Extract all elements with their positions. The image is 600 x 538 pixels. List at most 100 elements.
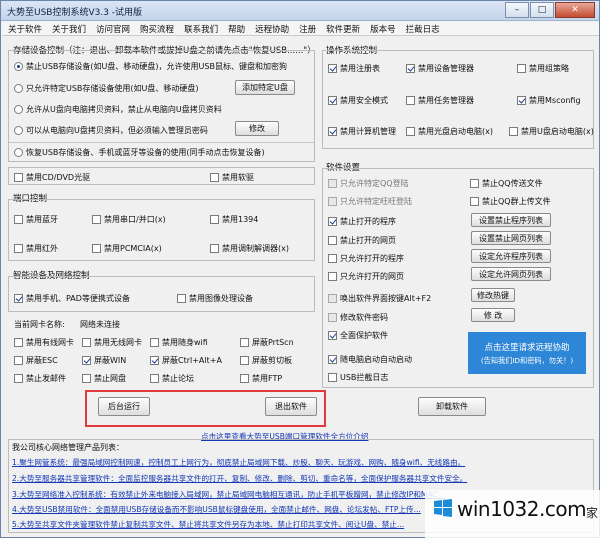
close-button[interactable]: ✕ (555, 2, 595, 18)
modify-sw-password-button[interactable]: 修 改 (471, 308, 515, 322)
checkbox-icon (14, 374, 23, 383)
modify-password-checkbox[interactable]: 修改软件密码 (328, 312, 388, 323)
product-link-2[interactable]: 2.大势至服务器共享管理软件：全面监控服务器共享文件的打开、复制、修改、删除、剪… (12, 473, 467, 484)
modify-hotkey-button[interactable]: 修改热键 (471, 288, 515, 302)
block-forum-checkbox[interactable]: 禁止论坛 (150, 373, 194, 384)
checkbox-icon (14, 356, 23, 365)
storage-opt-restore[interactable]: 恢复USB存储设备、手机或蓝牙等设备的使用(同手动点击恢复设备) (14, 147, 265, 158)
block-netdisk-checkbox[interactable]: 禁止网盘 (82, 373, 126, 384)
block-qq-file-checkbox[interactable]: 禁止QQ传送文件 (470, 178, 543, 189)
maximize-button[interactable]: □ (530, 2, 554, 18)
checkbox-icon (92, 215, 101, 224)
main-window: 大势至USB控制系统V3.3 -试用版 – □ ✕ 关于软件 关于我们 访问官网… (0, 0, 600, 538)
disable-cdrom-checkbox[interactable]: 禁用CD/DVD光驱 (14, 172, 90, 183)
block-ctrl-alt-a-checkbox[interactable]: 屏蔽Ctrl+Alt+A (150, 355, 222, 366)
remote-assist-label: 点击这里请求远程协助 (484, 342, 570, 353)
add-specific-usb-button[interactable]: 添加特定U盘 (235, 80, 295, 95)
qq-only-checkbox[interactable]: 只允许特定QQ登陆 (328, 178, 409, 189)
products-title: 我公司核心网络管理产品列表： (12, 443, 124, 452)
checkbox-icon (14, 215, 23, 224)
disable-phone-checkbox[interactable]: 禁用手机、PAD等便携式设备 (14, 293, 130, 304)
block-mail-checkbox[interactable]: 禁止发邮件 (14, 373, 66, 384)
menu-purchase[interactable]: 购买流程 (140, 22, 174, 35)
menu-remote[interactable]: 远程协助 (255, 22, 289, 35)
disable-1394-checkbox[interactable]: 禁用1394 (210, 214, 258, 225)
block-esc-checkbox[interactable]: 屏蔽ESC (14, 355, 58, 366)
menu-help[interactable]: 帮助 (228, 22, 245, 35)
disable-usbboot-checkbox[interactable]: 禁用U盘启动电脑(x) (509, 126, 594, 137)
checkbox-icon (328, 64, 337, 73)
disable-safemode-checkbox[interactable]: 禁用安全模式 (328, 95, 388, 106)
product-link-1[interactable]: 1.聚生网管系统：最强局域网控制网速，控制员工上网行为，彻底禁止局域网下载、炒股… (12, 457, 465, 468)
disable-gpedit-checkbox[interactable]: 禁用组策略 (517, 63, 569, 74)
disable-ftp-checkbox[interactable]: 禁用FTP (240, 373, 282, 384)
uninstall-button[interactable]: 卸载软件 (418, 397, 486, 416)
block-qq-group-checkbox[interactable]: 禁止QQ群上传文件 (470, 196, 551, 207)
radio-icon (14, 105, 23, 114)
usb-log-checkbox[interactable]: USB拦截日志 (328, 372, 388, 383)
checkbox-icon (328, 217, 337, 226)
checkbox-icon (240, 356, 249, 365)
block-webpages-checkbox[interactable]: 禁止打开的网页 (328, 235, 396, 246)
minimize-button[interactable]: – (505, 2, 529, 18)
storage-opt-specific[interactable]: 只允许特定USB存储设备使用(如U盘、移动硬盘) (14, 83, 199, 94)
block-programs-checkbox[interactable]: 禁止打开的程序 (328, 216, 396, 227)
disable-compmgmt-checkbox[interactable]: 禁用计算机管理 (328, 126, 396, 137)
title-bar[interactable]: 大势至USB控制系统V3.3 -试用版 – □ ✕ (1, 1, 599, 21)
set-block-webpages-button[interactable]: 设置禁止网页列表 (471, 231, 551, 245)
storage-opt-password[interactable]: 可以从电脑向U盘拷贝资料，但必须输入管理员密码 (14, 125, 208, 136)
disable-bluetooth-checkbox[interactable]: 禁用蓝牙 (14, 214, 58, 225)
disable-floppy-checkbox[interactable]: 禁用软驱 (210, 172, 254, 183)
divider (9, 142, 314, 143)
menu-about-us[interactable]: 关于我们 (52, 22, 86, 35)
disable-regedit-checkbox[interactable]: 禁用注册表 (328, 63, 380, 74)
disable-serial-checkbox[interactable]: 禁用串口/并口(x) (92, 214, 166, 225)
disable-modem-checkbox[interactable]: 禁用调制解调器(x) (210, 243, 289, 254)
menu-register[interactable]: 注册 (299, 22, 316, 35)
checkbox-icon (328, 294, 337, 303)
checkbox-icon (14, 244, 23, 253)
menu-about-software[interactable]: 关于软件 (8, 22, 42, 35)
set-block-programs-button[interactable]: 设置禁止程序列表 (471, 213, 551, 227)
menu-update[interactable]: 软件更新 (326, 22, 360, 35)
menu-contact[interactable]: 联系我们 (184, 22, 218, 35)
autostart-checkbox[interactable]: 随电脑启动自动启动 (328, 354, 412, 365)
disable-wireless-checkbox[interactable]: 禁用无线网卡 (82, 337, 142, 348)
disable-wifi-checkbox[interactable]: 禁用随身wifi (150, 337, 208, 348)
set-allow-webpages-button[interactable]: 设定允许网页列表 (471, 267, 551, 281)
set-allow-programs-button[interactable]: 设定允许程序列表 (471, 249, 551, 263)
storage-opt-readonly[interactable]: 允许从U盘向电脑拷贝资料，禁止从电脑向U盘拷贝资料 (14, 104, 222, 115)
checkbox-icon (470, 179, 479, 188)
menu-website[interactable]: 访问官网 (96, 22, 130, 35)
block-win-checkbox[interactable]: 屏蔽WIN (82, 355, 126, 366)
hotkey-checkbox[interactable]: 唤出软件界面按键Alt+F2 (328, 293, 431, 304)
block-prtscn-checkbox[interactable]: 屏蔽PrtScn (240, 337, 294, 348)
checkbox-icon (509, 127, 518, 136)
disable-wired-checkbox[interactable]: 禁用有线网卡 (14, 337, 74, 348)
ww-only-checkbox[interactable]: 只允许特定旺旺登陆 (328, 196, 412, 207)
allow-programs-checkbox[interactable]: 只允许打开的程序 (328, 253, 404, 264)
disable-infrared-checkbox[interactable]: 禁用红外 (14, 243, 58, 254)
disable-msconfig-checkbox[interactable]: 禁用Msconfig (517, 95, 581, 106)
disable-cdboot-checkbox[interactable]: 禁用光盘启动电脑(x) (406, 126, 493, 137)
menu-version[interactable]: 版本号 (370, 22, 396, 35)
checkbox-icon (14, 338, 23, 347)
storage-opt-block[interactable]: 禁止USB存储设备(如U盘、移动硬盘)，允许使用USB鼠标、键盘和加密狗 (14, 61, 287, 72)
menu-log[interactable]: 拦截日志 (406, 22, 440, 35)
disable-taskmgr-checkbox[interactable]: 禁用任务管理器 (406, 95, 474, 106)
checkbox-icon (406, 96, 415, 105)
disable-pcmcia-checkbox[interactable]: 禁用PCMCIA(x) (92, 243, 162, 254)
disable-devmgr-checkbox[interactable]: 禁用设备管理器 (406, 63, 474, 74)
product-link-5[interactable]: 5.大势至共享文件夹管理软件禁止复制共享文件、禁止将共享文件另存为本地、禁止打印… (12, 519, 404, 530)
product-link-3[interactable]: 3.大势至网络准入控制系统：有效禁止外来电脑接入局域网，禁止局域网电脑相互通讯，… (12, 489, 445, 500)
product-link-4[interactable]: 4.大势至USB禁用软件：全面禁用USB存储设备而不影响USB鼠标键盘使用，全面… (12, 504, 421, 515)
disable-imaging-checkbox[interactable]: 禁用图像处理设备 (177, 293, 253, 304)
allow-webpages-checkbox[interactable]: 只允许打开的网页 (328, 271, 404, 282)
remote-assist-banner[interactable]: 点击这里请求远程协助 (告知我们ID和密码，勿关！) (468, 332, 586, 374)
modify-password-button[interactable]: 修改 (235, 121, 279, 136)
checkbox-icon (328, 254, 337, 263)
full-protect-checkbox[interactable]: 全面保护软件 (328, 330, 388, 341)
checkbox-icon (328, 373, 337, 382)
block-clipboard-checkbox[interactable]: 屏蔽剪切板 (240, 355, 292, 366)
checkbox-icon (82, 374, 91, 383)
